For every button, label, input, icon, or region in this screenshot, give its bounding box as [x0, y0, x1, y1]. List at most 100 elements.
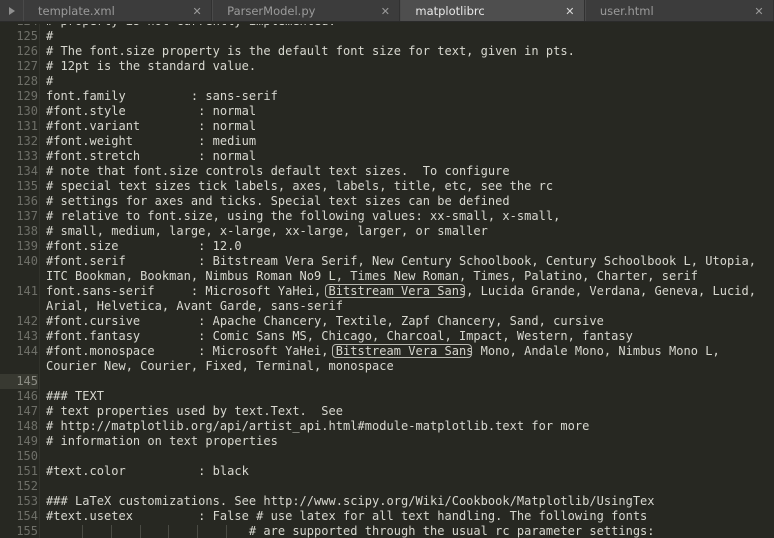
- code-line[interactable]: 141 font.sans-serif : Microsoft YaHei, Bi…: [0, 284, 774, 299]
- code-line[interactable]: 138 # small, medium, large, x-large, xx-l…: [0, 224, 774, 239]
- line-number: 137: [16, 209, 38, 223]
- code-line[interactable]: 137 # relative to font.size, using the fo…: [0, 209, 774, 224]
- line-text: # 12pt is the standard value.: [46, 59, 257, 73]
- tab-label: ParserModel.py: [227, 4, 316, 18]
- code-line[interactable]: 135 # special text sizes tick labels, axe…: [0, 179, 774, 194]
- line-text: #font.monospace : Microsoft YaHei, Bitst…: [46, 344, 720, 358]
- code-line[interactable]: 148 # http://matplotlib.org/api/artist_ap…: [0, 419, 774, 434]
- code-line[interactable]: 147 # text properties used by text.Text. …: [0, 404, 774, 419]
- line-number: 128: [16, 74, 38, 88]
- line-text: Arial, Helvetica, Avant Garde, sans-seri…: [46, 299, 344, 313]
- code-line[interactable]: 139 #font.size : 12.0: [0, 239, 774, 254]
- code-line[interactable]: 153 ### LaTeX customizations. See http://…: [0, 494, 774, 509]
- code-line[interactable]: 132 #font.weight : medium: [0, 134, 774, 149]
- line-text: ITC Bookman, Bookman, Nimbus Roman No9 L…: [46, 269, 699, 283]
- tab-label: user.html: [599, 4, 654, 18]
- code-line[interactable]: 142 #font.cursive : Apache Chancery, Text…: [0, 314, 774, 329]
- code-line[interactable]: 136 # settings for axes and ticks. Specia…: [0, 194, 774, 209]
- code-line[interactable]: 155 # are supported through the usual rc…: [0, 524, 774, 538]
- code-line[interactable]: 146 ### TEXT: [0, 389, 774, 404]
- tab-matplotlibrc[interactable]: matplotlibrc ✕: [400, 0, 585, 21]
- code-line[interactable]: 154 #text.usetex : False # use latex for …: [0, 509, 774, 524]
- close-icon[interactable]: ✕: [375, 6, 395, 17]
- line-number: 141: [16, 284, 38, 298]
- code-line[interactable]: 145: [0, 374, 774, 389]
- code-line[interactable]: 125 #: [0, 29, 774, 44]
- line-number: 145: [16, 374, 38, 388]
- code-line[interactable]: 127 # 12pt is the standard value.: [0, 59, 774, 74]
- code-line[interactable]: ITC Bookman, Bookman, Nimbus Roman No9 L…: [0, 269, 774, 284]
- line-text: #font.variant : normal: [46, 119, 257, 133]
- line-number: 132: [16, 134, 38, 148]
- line-number: 138: [16, 224, 38, 238]
- indent-guide: [197, 525, 199, 538]
- line-number: 149: [16, 434, 38, 448]
- line-number: 129: [16, 89, 38, 103]
- line-number: 139: [16, 239, 38, 253]
- line-number: 142: [16, 314, 38, 328]
- line-number: 148: [16, 419, 38, 433]
- tab-scroll-right-button[interactable]: [0, 0, 23, 21]
- code-line[interactable]: Arial, Helvetica, Avant Garde, sans-seri…: [0, 299, 774, 314]
- line-number: 130: [16, 104, 38, 118]
- line-text: # note that font.size controls default t…: [46, 164, 510, 178]
- line-text: # text properties used by text.Text. See: [46, 404, 344, 418]
- close-icon[interactable]: ✕: [187, 6, 207, 17]
- line-number: 151: [16, 464, 38, 478]
- code-line[interactable]: 131 #font.variant : normal: [0, 119, 774, 134]
- line-number: 143: [16, 329, 38, 343]
- indent-guide: [168, 525, 170, 538]
- line-text: #text.usetex : False # use latex for all…: [46, 509, 648, 523]
- tab-user-html[interactable]: user.html ✕: [584, 0, 774, 21]
- line-number: 126: [16, 44, 38, 58]
- line-text: #: [46, 29, 54, 43]
- tab-template-xml[interactable]: template.xml ✕: [23, 0, 213, 21]
- play-right-icon: [8, 6, 15, 15]
- code-line[interactable]: 143 #font.fantasy : Comic Sans MS, Chicag…: [0, 329, 774, 344]
- code-line[interactable]: 144 #font.monospace : Microsoft YaHei, Bi…: [0, 344, 774, 359]
- tab-parsermodel-py[interactable]: ParserModel.py ✕: [212, 0, 401, 21]
- close-icon[interactable]: ✕: [560, 6, 580, 17]
- tab-label: matplotlibrc: [415, 4, 485, 18]
- line-text: ### LaTeX customizations. See http://www…: [46, 494, 655, 508]
- close-icon[interactable]: ✕: [749, 6, 769, 17]
- code-line[interactable]: 150: [0, 449, 774, 464]
- line-text: # are supported through the usual rc par…: [46, 524, 655, 538]
- line-number: 144: [16, 344, 38, 358]
- code-line[interactable]: 126 # The font.size property is the defau…: [0, 44, 774, 59]
- line-text: #font.fantasy : Comic Sans MS, Chicago, …: [46, 329, 633, 343]
- tab-bar: template.xml ✕ ParserModel.py ✕ matplotl…: [0, 0, 774, 22]
- code-editor[interactable]: 124# property is not currently implement…: [0, 22, 774, 538]
- code-line[interactable]: 133 #font.stretch : normal: [0, 149, 774, 164]
- line-text: # http://matplotlib.org/api/artist_api.h…: [46, 419, 590, 433]
- line-text: # small, medium, large, x-large, xx-larg…: [46, 224, 488, 238]
- line-number: 127: [16, 59, 38, 73]
- indent-guide: [110, 525, 112, 538]
- line-text: ### TEXT: [46, 389, 104, 403]
- line-number: 154: [16, 509, 38, 523]
- line-text: #font.stretch : normal: [46, 149, 257, 163]
- code-line[interactable]: 128 #: [0, 74, 774, 89]
- line-number: 135: [16, 179, 38, 193]
- line-text: # relative to font.size, using the follo…: [46, 209, 561, 223]
- indent-guide: [82, 525, 83, 538]
- line-text: # settings for axes and ticks. Special t…: [46, 194, 510, 208]
- code-line[interactable]: 129 font.family : sans-serif: [0, 89, 774, 104]
- code-line[interactable]: 152: [0, 479, 774, 494]
- code-line[interactable]: Courier New, Courier, Fixed, Terminal, m…: [0, 359, 774, 374]
- code-line[interactable]: 151 #text.color : black: [0, 464, 774, 479]
- code-line[interactable]: 140 #font.serif : Bitstream Vera Serif, N…: [0, 254, 774, 269]
- line-number: 147: [16, 404, 38, 418]
- line-number: 152: [16, 479, 38, 493]
- line-text: Courier New, Courier, Fixed, Terminal, m…: [46, 359, 394, 373]
- line-number: 150: [16, 449, 38, 463]
- line-number: 133: [16, 149, 38, 163]
- code-line[interactable]: 134 # note that font.size controls defaul…: [0, 164, 774, 179]
- line-number: 146: [16, 389, 38, 403]
- line-number: 136: [16, 194, 38, 208]
- code-line[interactable]: 130 #font.style : normal: [0, 104, 774, 119]
- line-text: font.sans-serif : Microsoft YaHei, Bitst…: [46, 284, 756, 298]
- code-line[interactable]: 149 # information on text properties: [0, 434, 774, 449]
- line-text: #: [46, 74, 54, 88]
- code-text-area[interactable]: 124# property is not currently implement…: [0, 22, 774, 538]
